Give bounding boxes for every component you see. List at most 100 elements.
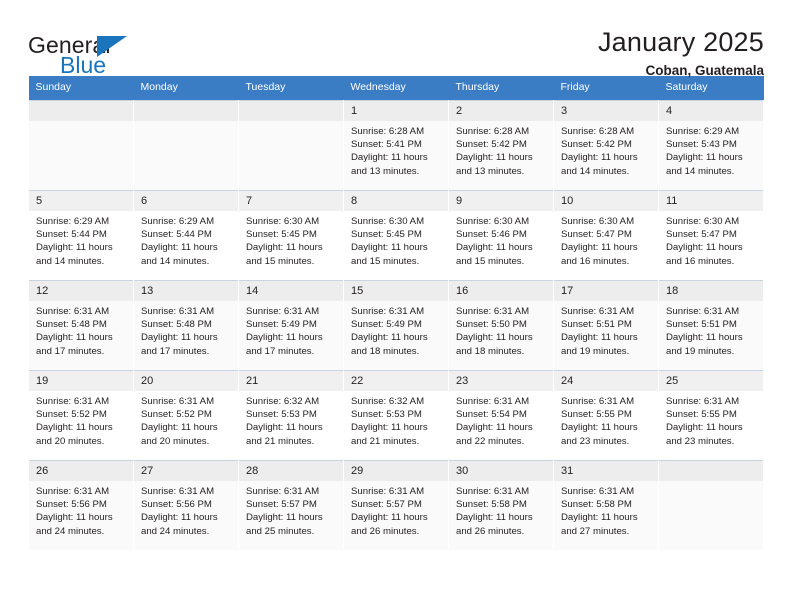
calendar-day-cell[interactable]: 30 Sunrise: 6:31 AM Sunset: 5:58 PM Dayligh…	[448, 460, 554, 550]
sunset-text: Sunset: 5:52 PM	[141, 409, 212, 421]
day-sun-info: Sunrise: 6:31 AM Sunset: 5:58 PM Daylight:…	[449, 481, 553, 538]
daylight-text-line1: Daylight: 11 hours	[456, 422, 533, 434]
sunset-text: Sunset: 5:54 PM	[456, 409, 527, 421]
day-sun-info: Sunrise: 6:30 AM Sunset: 5:47 PM Daylight:…	[659, 211, 763, 268]
sunset-text: Sunset: 5:50 PM	[456, 319, 527, 331]
sunrise-text: Sunrise: 6:32 AM	[246, 396, 320, 407]
daylight-text-line2: and 26 minutes.	[456, 525, 525, 537]
daylight-text-line1: Daylight: 11 hours	[141, 512, 218, 524]
calendar-day-cell[interactable]: 4 Sunrise: 6:29 AM Sunset: 5:43 PM Daylight…	[658, 100, 764, 191]
daylight-text-line1: Daylight: 11 hours	[351, 422, 428, 434]
sunset-text: Sunset: 5:45 PM	[351, 229, 422, 241]
calendar-week-row: 1 Sunrise: 6:28 AM Sunset: 5:41 PM Daylight…	[28, 100, 764, 191]
daylight-text-line2: and 14 minutes.	[666, 165, 735, 177]
calendar-day-cell[interactable]: 29 Sunrise: 6:31 AM Sunset: 5:57 PM Dayligh…	[343, 460, 449, 550]
calendar-day-cell[interactable]: 6 Sunrise: 6:29 AM Sunset: 5:44 PM Daylight…	[133, 190, 239, 281]
calendar-day-cell[interactable]: 21 Sunrise: 6:32 AM Sunset: 5:53 PM Dayligh…	[238, 370, 344, 461]
calendar-day-cell[interactable]: 7 Sunrise: 6:30 AM Sunset: 5:45 PM Daylight…	[238, 190, 344, 281]
calendar-day-cell[interactable]: 24 Sunrise: 6:31 AM Sunset: 5:55 PM Dayligh…	[553, 370, 659, 461]
calendar-day-cell[interactable]: 11 Sunrise: 6:30 AM Sunset: 5:47 PM Dayligh…	[658, 190, 764, 281]
daylight-text-line2: and 17 minutes.	[36, 345, 105, 357]
calendar-day-cell[interactable]: 15 Sunrise: 6:31 AM Sunset: 5:49 PM Dayligh…	[343, 280, 449, 371]
daylight-text-line2: and 23 minutes.	[666, 435, 735, 447]
day-sun-info: Sunrise: 6:31 AM Sunset: 5:49 PM Daylight:…	[344, 301, 448, 358]
day-sun-info: Sunrise: 6:28 AM Sunset: 5:42 PM Daylight:…	[554, 121, 658, 178]
calendar-body: 1 Sunrise: 6:28 AM Sunset: 5:41 PM Daylight…	[28, 100, 764, 550]
calendar-day-cell[interactable]: 22 Sunrise: 6:32 AM Sunset: 5:53 PM Dayligh…	[343, 370, 449, 461]
daylight-text-line2: and 16 minutes.	[561, 255, 630, 267]
day-sun-info: Sunrise: 6:28 AM Sunset: 5:42 PM Daylight:…	[449, 121, 553, 178]
calendar-day-cell[interactable]: 9 Sunrise: 6:30 AM Sunset: 5:46 PM Daylight…	[448, 190, 554, 281]
sunset-text: Sunset: 5:57 PM	[246, 499, 317, 511]
sunset-text: Sunset: 5:53 PM	[351, 409, 422, 421]
sunrise-text: Sunrise: 6:31 AM	[36, 486, 110, 497]
sunrise-text: Sunrise: 6:31 AM	[666, 306, 740, 317]
sunset-text: Sunset: 5:51 PM	[561, 319, 632, 331]
day-number: 14	[239, 281, 343, 301]
calendar-day-cell[interactable]: 18 Sunrise: 6:31 AM Sunset: 5:51 PM Dayligh…	[658, 280, 764, 371]
daylight-text-line2: and 13 minutes.	[351, 165, 420, 177]
sunrise-text: Sunrise: 6:31 AM	[351, 306, 425, 317]
daylight-text-line2: and 14 minutes.	[561, 165, 630, 177]
daylight-text-line1: Daylight: 11 hours	[561, 332, 638, 344]
day-number	[659, 461, 763, 481]
day-number: 28	[239, 461, 343, 481]
day-number: 24	[554, 371, 658, 391]
calendar-day-cell[interactable]: 3 Sunrise: 6:28 AM Sunset: 5:42 PM Daylight…	[553, 100, 659, 191]
title-block: January 2025 Coban, Guatemala	[598, 26, 764, 81]
sunrise-text: Sunrise: 6:30 AM	[561, 216, 635, 227]
calendar-day-cell-empty	[238, 100, 344, 191]
sunset-text: Sunset: 5:58 PM	[456, 499, 527, 511]
calendar-day-cell[interactable]: 26 Sunrise: 6:31 AM Sunset: 5:56 PM Dayligh…	[28, 460, 134, 550]
calendar-day-cell[interactable]: 16 Sunrise: 6:31 AM Sunset: 5:50 PM Dayligh…	[448, 280, 554, 371]
daylight-text-line2: and 20 minutes.	[141, 435, 210, 447]
calendar-day-cell[interactable]: 20 Sunrise: 6:31 AM Sunset: 5:52 PM Dayligh…	[133, 370, 239, 461]
sunset-text: Sunset: 5:47 PM	[561, 229, 632, 241]
calendar-day-cell[interactable]: 19 Sunrise: 6:31 AM Sunset: 5:52 PM Dayligh…	[28, 370, 134, 461]
daylight-text-line2: and 22 minutes.	[456, 435, 525, 447]
day-sun-info: Sunrise: 6:31 AM Sunset: 5:56 PM Daylight:…	[29, 481, 133, 538]
calendar-day-cell[interactable]: 14 Sunrise: 6:31 AM Sunset: 5:49 PM Dayligh…	[238, 280, 344, 371]
day-number: 30	[449, 461, 553, 481]
sunrise-text: Sunrise: 6:28 AM	[456, 126, 530, 137]
day-number: 13	[134, 281, 238, 301]
day-sun-info: Sunrise: 6:31 AM Sunset: 5:56 PM Daylight:…	[134, 481, 238, 538]
day-sun-info: Sunrise: 6:31 AM Sunset: 5:57 PM Daylight:…	[239, 481, 343, 538]
daylight-text-line2: and 18 minutes.	[456, 345, 525, 357]
calendar-day-cell[interactable]: 8 Sunrise: 6:30 AM Sunset: 5:45 PM Daylight…	[343, 190, 449, 281]
sunrise-text: Sunrise: 6:30 AM	[456, 216, 530, 227]
general-blue-logo[interactable]: General Blue	[28, 26, 140, 78]
day-sun-info: Sunrise: 6:31 AM Sunset: 5:49 PM Daylight:…	[239, 301, 343, 358]
calendar-day-cell[interactable]: 27 Sunrise: 6:31 AM Sunset: 5:56 PM Dayligh…	[133, 460, 239, 550]
day-number: 2	[449, 101, 553, 121]
sunset-text: Sunset: 5:56 PM	[36, 499, 107, 511]
sunrise-text: Sunrise: 6:30 AM	[246, 216, 320, 227]
calendar-day-cell[interactable]: 5 Sunrise: 6:29 AM Sunset: 5:44 PM Daylight…	[28, 190, 134, 281]
calendar-day-cell[interactable]: 23 Sunrise: 6:31 AM Sunset: 5:54 PM Dayligh…	[448, 370, 554, 461]
calendar-day-cell[interactable]: 28 Sunrise: 6:31 AM Sunset: 5:57 PM Dayligh…	[238, 460, 344, 550]
calendar-day-cell-empty	[658, 460, 764, 550]
calendar-day-cell[interactable]: 17 Sunrise: 6:31 AM Sunset: 5:51 PM Dayligh…	[553, 280, 659, 371]
calendar-day-cell[interactable]: 12 Sunrise: 6:31 AM Sunset: 5:48 PM Dayligh…	[28, 280, 134, 371]
calendar-day-cell[interactable]: 10 Sunrise: 6:30 AM Sunset: 5:47 PM Dayligh…	[553, 190, 659, 281]
day-number: 8	[344, 191, 448, 211]
sunrise-text: Sunrise: 6:31 AM	[246, 306, 320, 317]
day-sun-info: Sunrise: 6:31 AM Sunset: 5:54 PM Daylight:…	[449, 391, 553, 448]
calendar-day-cell[interactable]: 1 Sunrise: 6:28 AM Sunset: 5:41 PM Daylight…	[343, 100, 449, 191]
day-number: 4	[659, 101, 763, 121]
sunset-text: Sunset: 5:44 PM	[141, 229, 212, 241]
calendar-day-cell[interactable]: 13 Sunrise: 6:31 AM Sunset: 5:48 PM Dayligh…	[133, 280, 239, 371]
calendar-day-cell[interactable]: 25 Sunrise: 6:31 AM Sunset: 5:55 PM Dayligh…	[658, 370, 764, 461]
calendar-day-cell[interactable]: 2 Sunrise: 6:28 AM Sunset: 5:42 PM Daylight…	[448, 100, 554, 191]
sunset-text: Sunset: 5:44 PM	[36, 229, 107, 241]
calendar-day-cell[interactable]: 31 Sunrise: 6:31 AM Sunset: 5:58 PM Dayligh…	[553, 460, 659, 550]
calendar-week-row: 26 Sunrise: 6:31 AM Sunset: 5:56 PM Dayligh…	[28, 460, 764, 550]
daylight-text-line2: and 17 minutes.	[246, 345, 315, 357]
daylight-text-line1: Daylight: 11 hours	[246, 422, 323, 434]
day-number: 27	[134, 461, 238, 481]
sunset-text: Sunset: 5:46 PM	[456, 229, 527, 241]
logo-text-blue: Blue	[60, 52, 107, 78]
daylight-text-line1: Daylight: 11 hours	[351, 332, 428, 344]
daylight-text-line2: and 16 minutes.	[666, 255, 735, 267]
weekday-header-thursday: Thursday	[448, 76, 554, 101]
